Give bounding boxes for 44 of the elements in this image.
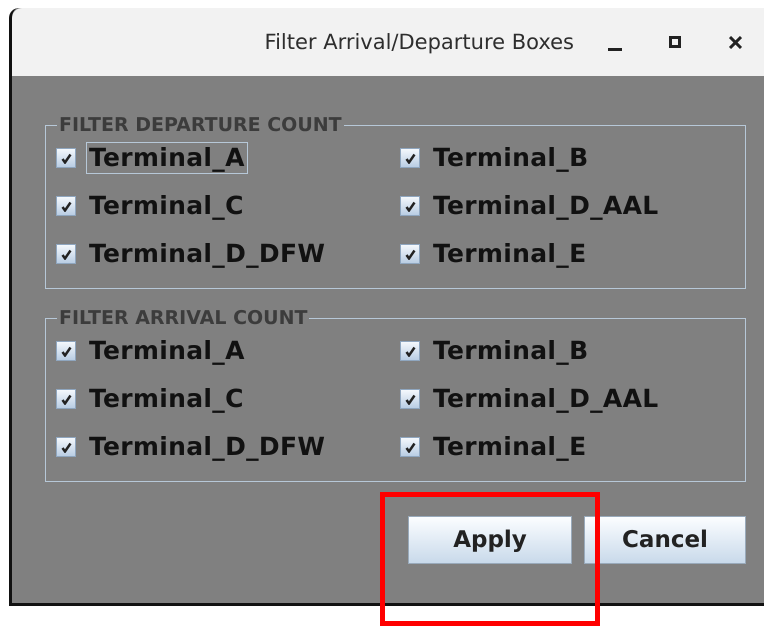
checkmark-icon: [404, 346, 416, 356]
checkbox-label[interactable]: Terminal_C: [86, 190, 247, 222]
maximize-icon: [669, 36, 681, 48]
group-title: FILTER ARRIVAL COUNT: [58, 307, 308, 329]
window-title: Filter Arrival/Departure Boxes: [264, 30, 574, 54]
checkbox-label[interactable]: Terminal_A: [86, 142, 248, 174]
checkbox[interactable]: [56, 244, 76, 264]
checkbox[interactable]: [400, 341, 420, 361]
checkmark-icon: [60, 248, 72, 260]
checkbox[interactable]: [400, 148, 420, 168]
checkmark-icon: [60, 200, 72, 212]
checkmark-icon: [404, 394, 416, 404]
checkbox-label[interactable]: Terminal_C: [86, 383, 247, 415]
checkbox-label[interactable]: Terminal_E: [430, 238, 590, 270]
checkbox[interactable]: [56, 148, 76, 168]
checkbox-label[interactable]: Terminal_D_AAL: [430, 383, 662, 415]
apply-button[interactable]: Apply: [408, 516, 572, 564]
checkbox-label[interactable]: Terminal_E: [430, 431, 590, 463]
checkbox[interactable]: [400, 389, 420, 409]
checkbox[interactable]: [56, 341, 76, 361]
checkmark-icon: [404, 200, 416, 212]
checkbox[interactable]: [400, 196, 420, 216]
checkbox[interactable]: [56, 389, 76, 409]
checkbox[interactable]: [400, 437, 420, 457]
checkmark-icon: [404, 152, 416, 164]
checkmark-icon: [60, 152, 72, 164]
checkbox[interactable]: [400, 244, 420, 264]
cancel-button[interactable]: Cancel: [584, 516, 746, 564]
checkbox-label[interactable]: Terminal_A: [86, 335, 248, 367]
checkmark-icon: [60, 442, 72, 452]
checkbox-label[interactable]: Terminal_D_DFW: [86, 431, 328, 463]
checkbox-label[interactable]: Terminal_B: [430, 335, 592, 367]
checkbox-label[interactable]: Terminal_B: [430, 142, 592, 174]
checkmark-icon: [60, 394, 72, 404]
minimize-icon: [608, 48, 622, 50]
group-title: FILTER DEPARTURE COUNT: [58, 114, 343, 136]
checkbox-label[interactable]: Terminal_D_AAL: [430, 190, 662, 222]
close-icon: [728, 36, 742, 48]
checkmark-icon: [404, 442, 416, 452]
checkbox-label[interactable]: Terminal_D_DFW: [86, 238, 328, 270]
checkbox[interactable]: [56, 196, 76, 216]
checkbox[interactable]: [56, 437, 76, 457]
checkmark-icon: [404, 248, 416, 260]
checkmark-icon: [60, 346, 72, 356]
